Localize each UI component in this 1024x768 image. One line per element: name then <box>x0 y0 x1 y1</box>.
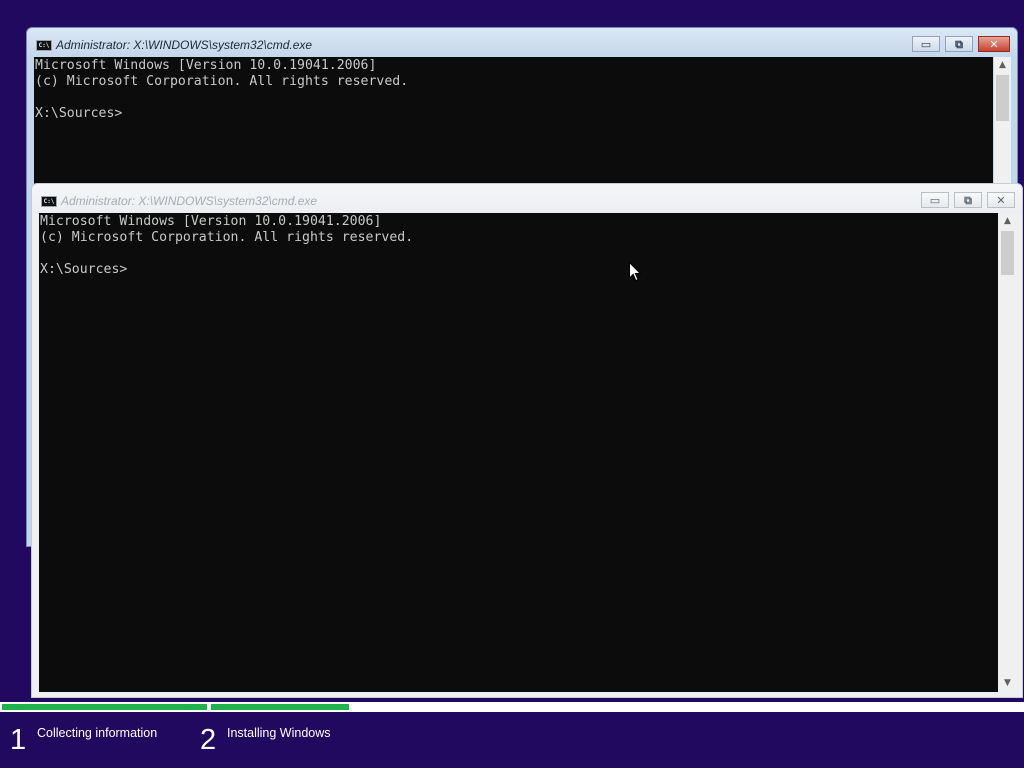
console-line: Microsoft Windows [Version 10.0.19041.20… <box>35 58 377 73</box>
console-line: Microsoft Windows [Version 10.0.19041.20… <box>40 214 382 229</box>
console-prompt: X:\Sources> <box>35 106 123 121</box>
step-label: Installing Windows <box>227 726 331 740</box>
cmd-icon: C:\ <box>41 196 57 207</box>
scroll-up-arrow-icon[interactable]: ▲ <box>994 57 1011 74</box>
restore-button[interactable]: ⧉ <box>954 192 982 208</box>
close-button[interactable]: ✕ <box>987 192 1015 208</box>
progress-segment-collecting <box>2 702 207 712</box>
cmd-window-front[interactable]: C:\ Administrator: X:\WINDOWS\system32\c… <box>31 183 1023 698</box>
window-controls: ▭ ⧉ ✕ <box>921 192 1015 208</box>
cmd-icon: C:\ <box>36 40 52 51</box>
window-title: Administrator: X:\WINDOWS\system32\cmd.e… <box>56 38 313 52</box>
vertical-scrollbar[interactable]: ▲ ▼ <box>999 213 1016 692</box>
mouse-pointer-icon <box>629 262 641 282</box>
step-number: 1 <box>10 724 27 756</box>
scroll-thumb[interactable] <box>1001 231 1014 275</box>
console-line: (c) Microsoft Corporation. All rights re… <box>35 74 409 89</box>
window-controls: ▭ ⧉ ✕ <box>912 36 1010 52</box>
minimize-button[interactable]: ▭ <box>912 36 940 52</box>
console-output[interactable]: Microsoft Windows [Version 10.0.19041.20… <box>39 213 998 692</box>
step-number: 2 <box>200 724 217 756</box>
close-button[interactable]: ✕ <box>978 36 1010 52</box>
setup-steps-bar: 1 Collecting information 2 Installing Wi… <box>0 712 1024 768</box>
progress-segment-installing <box>211 702 1022 712</box>
console-line: (c) Microsoft Corporation. All rights re… <box>40 230 414 245</box>
step-label: Collecting information <box>37 726 158 740</box>
progress-fill <box>2 704 207 710</box>
title-bar[interactable]: C:\ Administrator: X:\WINDOWS\system32\c… <box>27 28 1017 58</box>
restore-button[interactable]: ⧉ <box>945 36 973 52</box>
scroll-thumb[interactable] <box>996 75 1009 121</box>
console-prompt: X:\Sources> <box>40 262 128 277</box>
window-title: Administrator: X:\WINDOWS\system32\cmd.e… <box>61 194 318 208</box>
scroll-up-arrow-icon[interactable]: ▲ <box>999 213 1016 230</box>
minimize-button[interactable]: ▭ <box>921 192 949 208</box>
progress-fill <box>211 704 349 710</box>
scroll-down-arrow-icon[interactable]: ▼ <box>999 675 1016 692</box>
title-bar[interactable]: C:\ Administrator: X:\WINDOWS\system32\c… <box>32 184 1022 214</box>
setup-progress-bar <box>0 702 1024 712</box>
